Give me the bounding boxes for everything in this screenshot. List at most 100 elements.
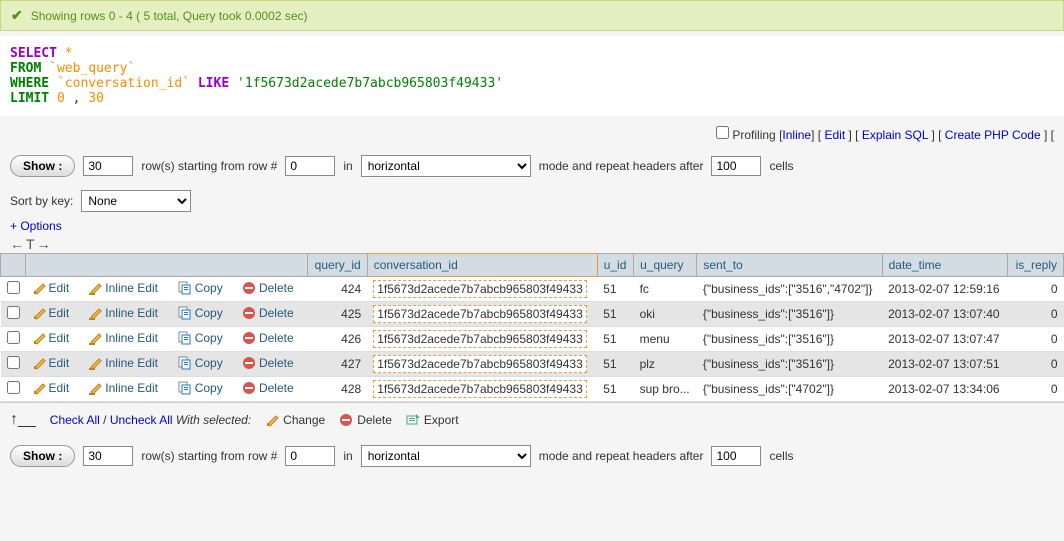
header-u-query[interactable]: u_query	[634, 254, 697, 277]
delete-link[interactable]: Delete	[242, 281, 294, 295]
link-create-php[interactable]: Create PHP Code	[945, 128, 1041, 142]
inline-edit-link[interactable]: Inline Edit	[88, 281, 158, 295]
rows-count-input-bottom[interactable]	[83, 446, 133, 466]
arrow-right-icon[interactable]: →	[37, 236, 51, 252]
cell-date-time: 2013-02-07 13:34:06	[882, 377, 1008, 402]
inline-edit-link[interactable]: Inline Edit	[88, 331, 158, 345]
show-button[interactable]: Show :	[10, 155, 75, 177]
pencil-icon	[32, 306, 46, 320]
options-toggle[interactable]: + Options	[0, 217, 1064, 235]
arrow-left-icon[interactable]: ←	[10, 236, 24, 252]
table-row: EditInline EditCopyDelete4261f5673d2aced…	[1, 327, 1064, 352]
inline-edit-link[interactable]: Inline Edit	[88, 381, 158, 395]
copy-link[interactable]: Copy	[178, 356, 223, 370]
link-edit[interactable]: Edit	[824, 128, 845, 142]
header-checkbox	[1, 254, 26, 277]
header-u-id[interactable]: u_id	[597, 254, 633, 277]
row-checkbox[interactable]	[7, 356, 20, 369]
copy-link[interactable]: Copy	[178, 306, 223, 320]
cell-sent-to: {"business_ids":["4702"]}	[697, 377, 882, 402]
delete-link[interactable]: Delete	[242, 306, 294, 320]
cell-u-id: 51	[597, 277, 633, 302]
pencil-icon	[32, 381, 46, 395]
export-icon	[406, 413, 420, 427]
arrow-bar: ←T→	[0, 235, 1064, 253]
delete-link[interactable]: Delete	[242, 356, 294, 370]
delete-selected-link[interactable]: Delete	[339, 413, 392, 427]
edit-link[interactable]: Edit	[32, 331, 70, 345]
repeat-headers-input[interactable]	[711, 156, 761, 176]
change-selected-link[interactable]: Change	[265, 413, 325, 427]
header-conversation-id[interactable]: conversation_id	[367, 254, 597, 277]
cell-is-reply: 0	[1008, 377, 1064, 402]
check-all-link[interactable]: Check All	[50, 413, 100, 427]
success-message: Showing rows 0 - 4 ( 5 total, Query took…	[31, 9, 308, 23]
cell-is-reply: 0	[1008, 352, 1064, 377]
in-label: in	[343, 159, 352, 173]
repeat-headers-input-bottom[interactable]	[711, 446, 761, 466]
cell-u-id: 51	[597, 327, 633, 352]
copy-link[interactable]: Copy	[178, 281, 223, 295]
navigation-controls-top: Show : row(s) starting from row # in hor…	[0, 147, 1064, 185]
cell-date-time: 2013-02-07 12:59:16	[882, 277, 1008, 302]
inline-edit-link[interactable]: Inline Edit	[88, 306, 158, 320]
display-mode-select[interactable]: horizontal	[361, 155, 531, 177]
sort-key-select[interactable]: None	[81, 190, 191, 212]
where-column: `conversation_id`	[57, 76, 190, 91]
cell-query-id: 426	[307, 327, 367, 352]
header-query-id[interactable]: query_id	[307, 254, 367, 277]
cell-sent-to: {"business_ids":["3516"]}	[697, 302, 882, 327]
delete-link[interactable]: Delete	[242, 381, 294, 395]
profiling-checkbox[interactable]	[716, 126, 729, 139]
cell-u-id: 51	[597, 377, 633, 402]
link-inline[interactable]: Inline	[782, 128, 811, 142]
copy-icon	[178, 331, 192, 345]
show-button-bottom[interactable]: Show :	[10, 445, 75, 467]
delete-link[interactable]: Delete	[242, 331, 294, 345]
rows-count-input[interactable]	[83, 156, 133, 176]
header-is-reply[interactable]: is_reply	[1008, 254, 1064, 277]
header-sent-to[interactable]: sent_to	[697, 254, 882, 277]
header-date-time[interactable]: date_time	[882, 254, 1008, 277]
table-row: EditInline EditCopyDelete4241f5673d2aced…	[1, 277, 1064, 302]
minus-circle-icon	[242, 281, 256, 295]
success-bar: ✔ Showing rows 0 - 4 ( 5 total, Query to…	[0, 0, 1064, 31]
display-mode-select-bottom[interactable]: horizontal	[361, 445, 531, 467]
cell-query-id: 427	[307, 352, 367, 377]
copy-link[interactable]: Copy	[178, 381, 223, 395]
pencil-icon	[32, 331, 46, 345]
link-explain-sql[interactable]: Explain SQL	[862, 128, 928, 142]
export-selected-link[interactable]: Export	[406, 413, 459, 427]
edit-link[interactable]: Edit	[32, 356, 70, 370]
kw-from: FROM	[10, 61, 41, 76]
kw-where: WHERE	[10, 76, 49, 91]
minus-circle-icon	[339, 413, 353, 427]
table-row: EditInline EditCopyDelete4281f5673d2aced…	[1, 377, 1064, 402]
start-row-input-bottom[interactable]	[285, 446, 335, 466]
minus-circle-icon	[242, 381, 256, 395]
arrow-t-icon[interactable]: T	[26, 236, 35, 252]
pencil-icon	[265, 413, 279, 427]
pencil-inline-icon	[88, 381, 102, 395]
inline-edit-link[interactable]: Inline Edit	[88, 356, 158, 370]
row-checkbox[interactable]	[7, 331, 20, 344]
edit-link[interactable]: Edit	[32, 381, 70, 395]
edit-link[interactable]: Edit	[32, 281, 70, 295]
cell-u-query: plz	[634, 352, 697, 377]
start-row-input[interactable]	[285, 156, 335, 176]
row-checkbox[interactable]	[7, 306, 20, 319]
edit-link[interactable]: Edit	[32, 306, 70, 320]
check-icon: ✔	[11, 7, 23, 24]
pencil-inline-icon	[88, 331, 102, 345]
uncheck-all-link[interactable]: Uncheck All	[110, 413, 173, 427]
cell-is-reply: 0	[1008, 302, 1064, 327]
copy-link[interactable]: Copy	[178, 331, 223, 345]
pencil-icon	[32, 281, 46, 295]
cell-u-query: menu	[634, 327, 697, 352]
header-actions	[26, 254, 308, 277]
limit-sep: ,	[73, 91, 81, 106]
results-table: query_id conversation_id u_id u_query se…	[0, 253, 1064, 402]
table-header-row: query_id conversation_id u_id u_query se…	[1, 254, 1064, 277]
row-checkbox[interactable]	[7, 381, 20, 394]
row-checkbox[interactable]	[7, 281, 20, 294]
